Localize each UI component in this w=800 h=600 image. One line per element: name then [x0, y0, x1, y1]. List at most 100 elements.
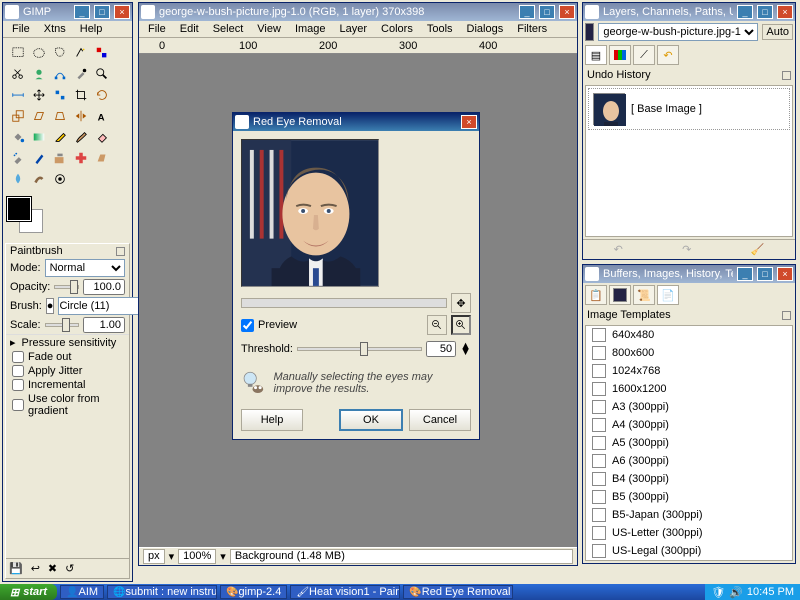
auto-button[interactable]: Auto	[762, 24, 793, 40]
template-item[interactable]: A4 (300ppi)	[586, 416, 792, 434]
threshold-slider[interactable]	[297, 347, 422, 351]
task-gimp[interactable]: 🎨 gimp-2.4	[220, 585, 287, 599]
tray-icon[interactable]: 🔊	[729, 586, 743, 599]
template-item[interactable]: A6 (300ppi)	[586, 452, 792, 470]
menu-file[interactable]: File	[143, 22, 171, 36]
tool-align[interactable]	[49, 84, 70, 105]
template-item[interactable]: B5 (300ppi)	[586, 488, 792, 506]
tool-perspective-clone[interactable]	[91, 147, 112, 168]
menu-edit[interactable]: Edit	[175, 22, 204, 36]
tab-images[interactable]	[609, 285, 631, 305]
task-aim[interactable]: 👤 AIM	[60, 585, 104, 599]
tool-free-select[interactable]	[49, 42, 70, 63]
template-item[interactable]: US-Legal (300ppi)	[586, 542, 792, 560]
zoom-out-icon[interactable]	[427, 315, 447, 335]
status-zoom[interactable]: 100%	[178, 549, 216, 564]
threshold-value[interactable]	[426, 341, 456, 357]
tool-rotate[interactable]	[91, 84, 112, 105]
menu-filters[interactable]: Filters	[512, 22, 552, 36]
menu-view[interactable]: View	[252, 22, 286, 36]
ok-button[interactable]: OK	[339, 409, 403, 431]
restore-options-icon[interactable]: ↩	[31, 562, 40, 575]
templates-titlebar[interactable]: Buffers, Images, History, Templates _ □ …	[583, 265, 795, 283]
start-button[interactable]: ⊞start	[0, 584, 57, 600]
templates-list[interactable]: 640x480800x6001024x7681600x1200A3 (300pp…	[585, 325, 793, 561]
template-item[interactable]: A3 (300ppi)	[586, 398, 792, 416]
clear-undo-icon[interactable]: 🧹	[751, 243, 765, 256]
spin-down-icon[interactable]: ▼	[460, 349, 471, 355]
template-item[interactable]: 640x480	[586, 326, 792, 344]
tool-airbrush[interactable]	[7, 147, 28, 168]
redo-icon[interactable]: ↷	[682, 243, 691, 256]
tab-buffers[interactable]: 📋	[585, 285, 607, 305]
tab-layers[interactable]: ▤	[585, 45, 607, 65]
gradient-check[interactable]	[12, 399, 24, 411]
menu-help[interactable]: Help	[75, 22, 108, 36]
tool-color-picker[interactable]	[70, 63, 91, 84]
menu-colors[interactable]: Colors	[376, 22, 418, 36]
reset-options-icon[interactable]: ↺	[65, 562, 74, 575]
tool-pencil[interactable]	[49, 126, 70, 147]
tool-paths[interactable]	[49, 63, 70, 84]
close-button[interactable]: ×	[559, 5, 575, 19]
pressure-expander[interactable]: Pressure sensitivity	[22, 337, 117, 349]
maximize-button[interactable]: □	[94, 5, 110, 19]
fadeout-check[interactable]	[12, 351, 24, 363]
menu-image[interactable]: Image	[290, 22, 331, 36]
opacity-value[interactable]	[83, 279, 125, 295]
dropdown-icon[interactable]: ▾	[169, 550, 175, 563]
color-swatches[interactable]	[7, 197, 57, 237]
cancel-button[interactable]: Cancel	[409, 409, 471, 431]
tool-bucket-fill[interactable]	[7, 126, 28, 147]
panel-menu-icon[interactable]	[782, 71, 791, 80]
dialog-titlebar[interactable]: Red Eye Removal ×	[233, 113, 479, 131]
layers-titlebar[interactable]: Layers, Channels, Paths, Undo _ □ ×	[583, 3, 795, 21]
preview-scrollbar[interactable]	[241, 298, 447, 308]
scale-slider[interactable]	[45, 323, 79, 327]
opacity-slider[interactable]	[54, 285, 79, 289]
tool-shear[interactable]	[28, 105, 49, 126]
minimize-button[interactable]: _	[737, 267, 753, 281]
tool-foreground-select[interactable]	[28, 63, 49, 84]
menu-file[interactable]: File	[7, 22, 35, 36]
menu-tools[interactable]: Tools	[422, 22, 458, 36]
menu-select[interactable]: Select	[208, 22, 249, 36]
mode-select[interactable]: Normal	[45, 259, 125, 277]
tool-dodge[interactable]	[49, 168, 70, 189]
tool-ink[interactable]	[28, 147, 49, 168]
task-paint[interactable]: 🖌 Heat vision1 - Paint	[290, 585, 400, 599]
panel-menu-icon[interactable]	[116, 247, 125, 256]
menu-xtns[interactable]: Xtns	[39, 22, 71, 36]
template-item[interactable]: B5-Japan (300ppi)	[586, 506, 792, 524]
tool-text[interactable]: A	[91, 105, 112, 126]
tray-clock[interactable]: 10:45 PM	[747, 586, 794, 598]
undo-list[interactable]: [ Base Image ]	[585, 85, 793, 237]
maximize-button[interactable]: □	[757, 5, 773, 19]
tab-channels[interactable]	[609, 45, 631, 65]
tool-scissors[interactable]	[7, 63, 28, 84]
incremental-check[interactable]	[12, 379, 24, 391]
status-units[interactable]: px	[143, 549, 165, 564]
save-options-icon[interactable]: 💾	[9, 562, 23, 575]
maximize-button[interactable]: □	[539, 5, 555, 19]
template-item[interactable]: 800x600	[586, 344, 792, 362]
tool-heal[interactable]	[70, 147, 91, 168]
tool-smudge[interactable]	[28, 168, 49, 189]
tool-measure[interactable]	[7, 84, 28, 105]
tab-history[interactable]: 📜	[633, 285, 655, 305]
tool-flip[interactable]	[70, 105, 91, 126]
image-titlebar[interactable]: george-w-bush-picture.jpg-1.0 (RGB, 1 la…	[139, 3, 577, 21]
template-item[interactable]: US-Letter (300ppi)	[586, 524, 792, 542]
undo-item[interactable]: [ Base Image ]	[588, 88, 790, 130]
scale-value[interactable]	[83, 317, 125, 333]
minimize-button[interactable]: _	[519, 5, 535, 19]
tool-fuzzy-select[interactable]	[70, 42, 91, 63]
tab-undo[interactable]: ↶	[657, 45, 679, 65]
menu-layer[interactable]: Layer	[335, 22, 373, 36]
template-item[interactable]: B4 (300ppi)	[586, 470, 792, 488]
tool-eraser[interactable]	[91, 126, 112, 147]
tool-rect-select[interactable]	[7, 42, 28, 63]
move-icon[interactable]: ✥	[451, 293, 471, 313]
close-button[interactable]: ×	[777, 5, 793, 19]
help-button[interactable]: Help	[241, 409, 303, 431]
